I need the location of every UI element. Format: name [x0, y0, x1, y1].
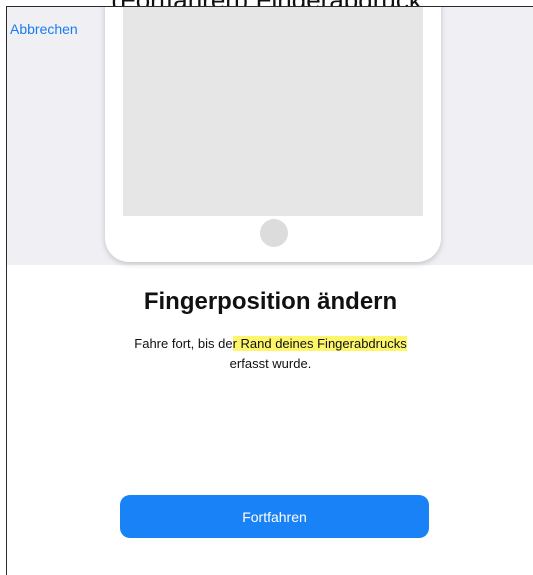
enrollment-screen: Abbrechen Fingerposition ändern Fahre fo… — [6, 6, 533, 575]
cancel-button[interactable]: Abbrechen — [10, 21, 78, 37]
home-button-icon — [260, 219, 288, 247]
instruction-part1: Fahre fort, bis de — [134, 336, 233, 351]
ipad-screen — [123, 7, 423, 216]
page-title: Fingerposition ändern — [143, 288, 398, 315]
instruction-text: Fahre fort, bis der Rand deines Fingerab… — [7, 334, 533, 374]
instruction-part2: erfasst wurde. — [229, 356, 312, 371]
continue-button[interactable]: Fortfahren — [120, 495, 429, 538]
header-band: Abbrechen — [7, 7, 533, 265]
ipad-illustration — [105, 7, 441, 262]
instruction-highlighted: r Rand deines Fingerabdrucks — [232, 336, 407, 351]
